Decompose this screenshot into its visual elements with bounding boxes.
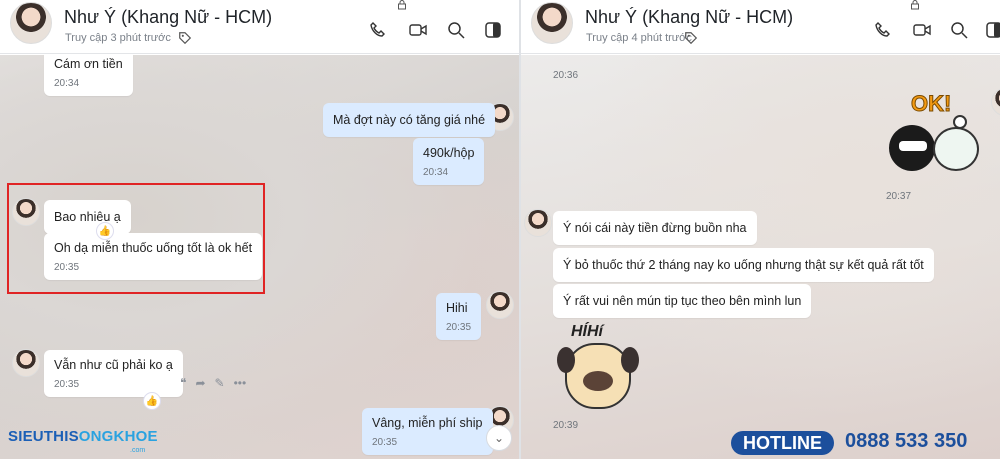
tag-icon[interactable] — [178, 31, 192, 45]
sticker-ear — [557, 347, 575, 373]
message-time: 20:34 — [423, 167, 449, 178]
video-icon[interactable] — [408, 20, 428, 40]
search-icon[interactable] — [446, 20, 466, 40]
message-list[interactable]: 20:36 OK! 20:37 Ý nói cái này tiền đừng … — [521, 55, 1000, 459]
hotline-label: HOTLINE — [731, 431, 834, 455]
message-text: Mà đợt này có tăng giá nhé — [333, 113, 486, 127]
phone-icon[interactable] — [368, 20, 388, 40]
watermark-logo: SIEUTHISONGKHOE — [8, 428, 158, 445]
last-seen-status: Truy cập 3 phút trước — [65, 32, 171, 44]
like-icon[interactable]: 👍 — [143, 392, 161, 410]
message-bubble[interactable]: Ý nói cái này tiền đừng buồn nha — [553, 211, 757, 245]
message-text: Vâng, miễn phí ship — [372, 416, 483, 430]
hihi-sticker[interactable]: HÍHí — [557, 323, 643, 413]
ok-sticker[interactable]: OK! — [881, 91, 991, 181]
message-time: 20:35 — [446, 322, 472, 333]
sticker-figure — [933, 127, 979, 171]
sticker-eyes — [899, 141, 927, 151]
message-text: Vẫn như cũ phải ko ạ — [54, 358, 173, 372]
message-text: Ý bỏ thuốc thứ 2 tháng nay ko uống nhưng… — [563, 258, 924, 272]
scroll-down-button[interactable]: ⌄ — [486, 425, 512, 451]
message-text: Cám ơn tiền — [54, 57, 123, 71]
hotline-number[interactable]: 0888 533 350 — [845, 430, 967, 453]
message-time: 20:39 — [553, 420, 579, 431]
contact-avatar[interactable] — [524, 209, 552, 237]
lock-icon — [398, 0, 406, 10]
message-bubble[interactable]: Ý bỏ thuốc thứ 2 tháng nay ko uống nhưng… — [553, 248, 934, 282]
contact-avatar[interactable] — [12, 349, 40, 377]
message-time: 20:35 — [372, 437, 398, 448]
chat-pane-left: Như Ý (Khang Nữ - HCM) Truy cập 3 phút t… — [0, 0, 519, 459]
message-time: 20:37 — [886, 191, 912, 202]
message-actions: ❝ ➦ ✎ ••• — [180, 375, 246, 391]
message-bubble[interactable]: Cám ơn tiền 20:34 — [44, 49, 133, 96]
chat-header: Như Ý (Khang Nữ - HCM) Truy cập 4 phút t… — [521, 0, 1000, 54]
watermark-sub: .com — [130, 447, 146, 454]
highlight-box — [7, 183, 265, 294]
message-time: 20:34 — [54, 78, 80, 89]
search-icon[interactable] — [949, 20, 969, 40]
contact-name[interactable]: Như Ý (Khang Nữ - HCM) — [585, 7, 793, 28]
chevron-down-icon: ⌄ — [493, 431, 505, 445]
message-bubble[interactable]: Vâng, miễn phí ship 20:35 — [362, 408, 493, 455]
last-seen-status: Truy cập 4 phút trước — [586, 32, 692, 44]
contact-name[interactable]: Như Ý (Khang Nữ - HCM) — [64, 7, 272, 28]
forward-icon[interactable]: ➦ — [195, 376, 205, 390]
quote-icon[interactable]: ❝ — [180, 376, 186, 390]
lock-icon — [911, 0, 919, 10]
message-bubble[interactable]: Vẫn như cũ phải ko ạ 20:35 — [44, 350, 183, 397]
my-avatar[interactable] — [991, 88, 1000, 116]
video-icon[interactable] — [912, 20, 932, 40]
sticker-bow — [953, 115, 967, 129]
sidebar-toggle-icon[interactable] — [984, 20, 1000, 40]
message-text: 490k/hộp — [423, 146, 475, 160]
phone-icon[interactable] — [873, 20, 893, 40]
message-text: Ý nói cái này tiền đừng buồn nha — [563, 221, 747, 235]
chat-pane-right: Như Ý (Khang Nữ - HCM) Truy cập 4 phút t… — [521, 0, 1000, 459]
sticker-ear — [621, 347, 639, 373]
message-text: Ý rất vui nên mún tip tục theo bên mình … — [563, 294, 802, 308]
edit-icon[interactable]: ✎ — [215, 376, 225, 390]
tag-icon[interactable] — [684, 31, 698, 45]
my-avatar[interactable] — [486, 291, 514, 319]
contact-avatar[interactable] — [531, 2, 573, 44]
sticker-text: OK! — [910, 91, 952, 117]
message-time: 20:36 — [553, 70, 579, 81]
contact-avatar[interactable] — [10, 2, 52, 44]
message-bubble[interactable]: Ý rất vui nên mún tip tục theo bên mình … — [553, 284, 812, 318]
sticker-text: HÍHí — [571, 323, 603, 340]
like-icon[interactable]: 👍 — [96, 222, 114, 240]
message-time: 20:35 — [54, 379, 80, 390]
sticker-snout — [583, 371, 613, 391]
message-bubble[interactable]: Hihi 20:35 — [436, 293, 482, 340]
chat-header: Như Ý (Khang Nữ - HCM) Truy cập 3 phút t… — [0, 0, 519, 54]
sidebar-toggle-icon[interactable] — [483, 20, 503, 40]
more-icon[interactable]: ••• — [234, 376, 247, 390]
message-bubble[interactable]: Mà đợt này có tăng giá nhé — [323, 103, 496, 137]
message-bubble[interactable]: 490k/hộp 20:34 — [413, 138, 485, 185]
message-text: Hihi — [446, 301, 468, 315]
